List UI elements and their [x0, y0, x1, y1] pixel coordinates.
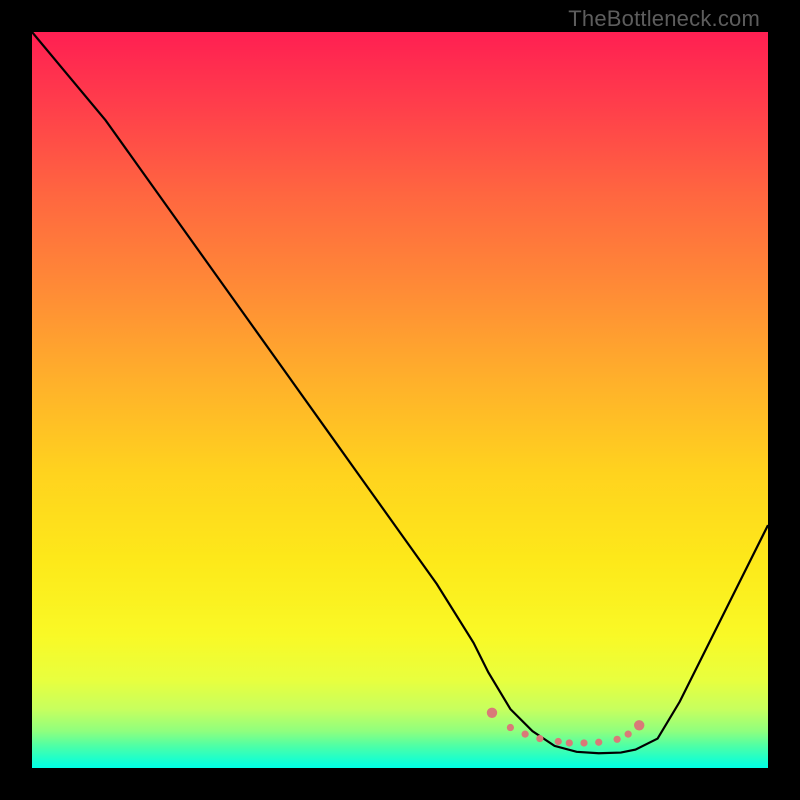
marker-point: [566, 739, 573, 746]
marker-point: [625, 731, 632, 738]
marker-point: [614, 736, 621, 743]
marker-point: [487, 708, 497, 718]
marker-point: [507, 724, 514, 731]
marker-point: [580, 739, 587, 746]
chart-svg: [32, 32, 768, 768]
marker-point: [536, 735, 543, 742]
marker-point: [595, 739, 602, 746]
bottleneck-curve: [32, 32, 768, 753]
chart-frame: TheBottleneck.com: [0, 0, 800, 800]
marker-point: [634, 720, 644, 730]
marker-point: [555, 738, 562, 745]
marker-point: [522, 731, 529, 738]
optimal-range-markers: [487, 708, 645, 747]
watermark-text: TheBottleneck.com: [568, 6, 760, 32]
plot-area: [32, 32, 768, 768]
